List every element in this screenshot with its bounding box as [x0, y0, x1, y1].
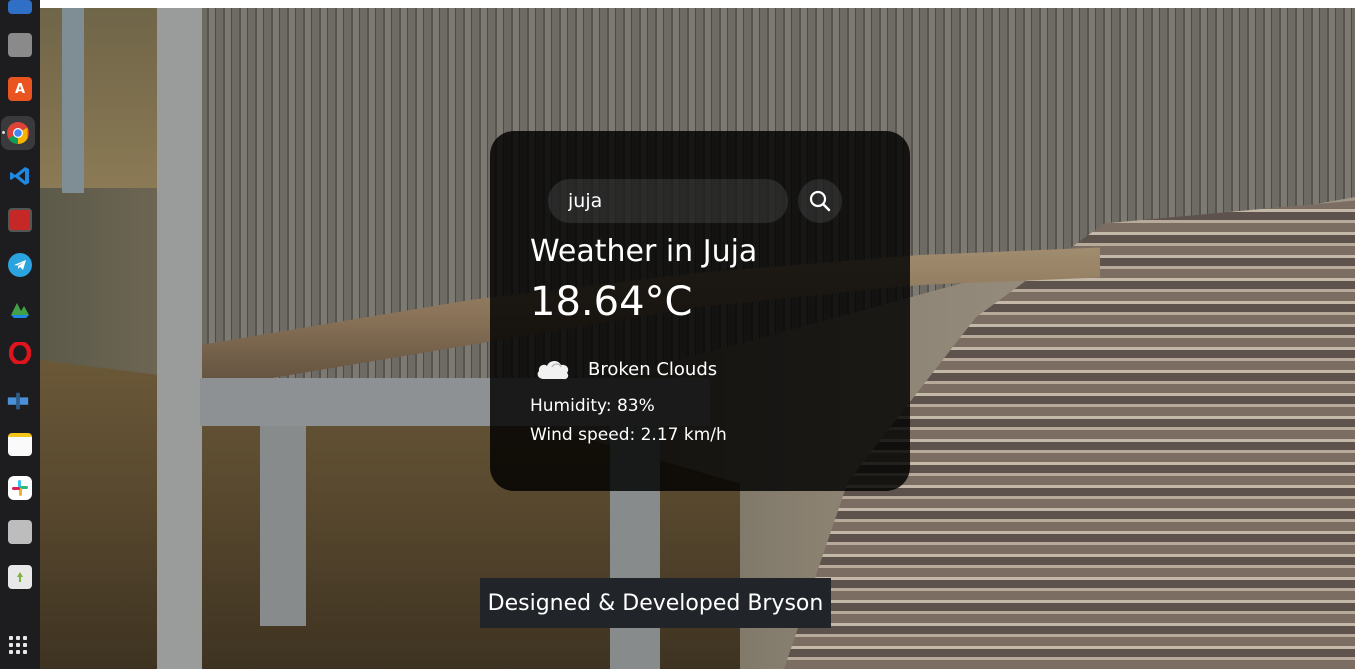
text-editor-icon[interactable]	[8, 0, 32, 14]
humidity-text: Humidity: 83%	[530, 396, 655, 416]
notes-icon[interactable]	[8, 433, 32, 456]
condition-row: Broken Clouds	[534, 353, 717, 385]
network-tool-icon[interactable]	[6, 390, 30, 414]
city-title: Weather in Juja	[530, 234, 758, 269]
app-dock: A	[0, 0, 41, 669]
photo-post	[157, 8, 202, 669]
opera-icon[interactable]	[8, 341, 32, 365]
footer-text: Designed & Developed Bryson	[487, 590, 824, 616]
search-button[interactable]	[798, 179, 842, 223]
cloud-icon	[537, 360, 569, 380]
disks-icon[interactable]	[8, 520, 32, 544]
telegram-icon[interactable]	[8, 253, 32, 277]
screen-recorder-icon[interactable]	[8, 208, 32, 232]
temperature: 18.64°C	[530, 279, 693, 325]
search-input[interactable]	[548, 179, 788, 223]
search-bar	[548, 179, 848, 223]
condition-description: Broken Clouds	[588, 358, 718, 380]
photo-post	[260, 426, 306, 626]
metatrader-icon[interactable]	[8, 297, 32, 321]
files-icon[interactable]	[8, 33, 32, 57]
browser-edge	[40, 0, 1355, 8]
grid-icon[interactable]	[9, 636, 27, 654]
wind-speed-text: Wind speed: 2.17 km/h	[530, 425, 727, 445]
weather-card: Weather in Juja 18.64°C Broken Clouds Hu…	[490, 131, 910, 491]
vscode-icon[interactable]	[8, 164, 32, 188]
app-center-icon[interactable]: A	[8, 77, 32, 101]
search-icon	[809, 190, 831, 212]
footer-credit: Designed & Developed Bryson	[480, 578, 831, 628]
photo-post	[62, 8, 84, 193]
running-indicator	[2, 131, 5, 134]
trash-icon[interactable]	[8, 565, 32, 589]
slack-icon[interactable]	[8, 476, 32, 500]
chrome-icon[interactable]	[1, 116, 35, 150]
